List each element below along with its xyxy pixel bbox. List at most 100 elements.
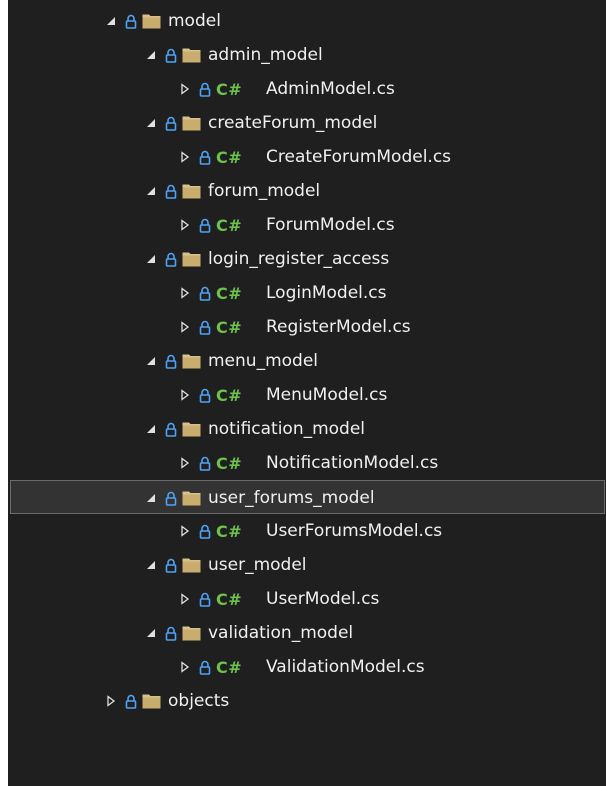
collapsed-triangle-icon[interactable]: [178, 650, 192, 684]
tree-item-label: CreateForumModel.cs: [266, 147, 452, 167]
tree-file-row[interactable]: C# UserForumsModel.cs: [8, 514, 606, 548]
tree-item-label: MenuModel.cs: [266, 385, 388, 405]
tree-item-label: NotificationModel.cs: [266, 453, 439, 473]
expanded-triangle-icon[interactable]: [144, 548, 158, 582]
tree-file-row[interactable]: C# RegisterModel.cs: [8, 310, 606, 344]
lock-icon: [164, 242, 178, 276]
tree-file-row[interactable]: C# ForumModel.cs: [8, 208, 606, 242]
lock-icon: [198, 140, 212, 174]
lock-icon: [164, 616, 178, 650]
tree-item-label: RegisterModel.cs: [266, 317, 411, 337]
folder-icon: [142, 13, 161, 29]
tree-item-label: validation_model: [208, 623, 354, 643]
csharp-file-icon: C#: [216, 453, 243, 473]
expanded-triangle-icon[interactable]: [144, 174, 158, 208]
folder-icon: [142, 693, 161, 709]
collapsed-triangle-icon[interactable]: [178, 514, 192, 548]
tree-file-row[interactable]: C# MenuModel.cs: [8, 378, 606, 412]
expanded-triangle-icon[interactable]: [144, 106, 158, 140]
tree-item-label: menu_model: [208, 351, 319, 371]
solution-explorer-panel: model admin_model C# AdminModel.cs createFor…: [8, 0, 606, 786]
tree-folder-row[interactable]: createForum_model: [8, 106, 606, 140]
collapsed-triangle-icon[interactable]: [178, 378, 192, 412]
lock-icon: [198, 582, 212, 616]
collapsed-triangle-icon[interactable]: [178, 276, 192, 310]
tree-item-label: forum_model: [208, 181, 321, 201]
lock-icon: [198, 72, 212, 106]
collapsed-triangle-icon[interactable]: [178, 208, 192, 242]
csharp-file-icon: C#: [216, 79, 243, 99]
expanded-triangle-icon[interactable]: [144, 412, 158, 446]
tree-file-row[interactable]: C# AdminModel.cs: [8, 72, 606, 106]
expanded-triangle-icon[interactable]: [144, 481, 158, 515]
tree-folder-row[interactable]: login_register_access: [8, 242, 606, 276]
lock-icon: [124, 4, 138, 38]
lock-icon: [198, 208, 212, 242]
tree-folder-row[interactable]: objects: [8, 684, 606, 718]
tree-file-row[interactable]: C# CreateForumModel.cs: [8, 140, 606, 174]
csharp-file-icon: C#: [216, 521, 243, 541]
lock-icon: [164, 548, 178, 582]
csharp-file-icon: C#: [216, 385, 243, 405]
csharp-file-icon: C#: [216, 147, 243, 167]
tree-file-row[interactable]: C# NotificationModel.cs: [8, 446, 606, 480]
collapsed-triangle-icon[interactable]: [178, 72, 192, 106]
tree-file-row[interactable]: C# UserModel.cs: [8, 582, 606, 616]
tree-item-label: user_forums_model: [208, 488, 375, 508]
tree-item-label: UserForumsModel.cs: [266, 521, 443, 541]
collapsed-triangle-icon[interactable]: [178, 582, 192, 616]
csharp-file-icon: C#: [216, 589, 243, 609]
expanded-triangle-icon[interactable]: [144, 38, 158, 72]
tree-item-label: ValidationModel.cs: [266, 657, 425, 677]
tree-folder-row[interactable]: forum_model: [8, 174, 606, 208]
tree-item-label: model: [168, 11, 221, 31]
lock-icon: [164, 106, 178, 140]
csharp-file-icon: C#: [216, 283, 243, 303]
tree-item-label: ForumModel.cs: [266, 215, 395, 235]
lock-icon: [164, 344, 178, 378]
tree-folder-row[interactable]: admin_model: [8, 38, 606, 72]
lock-icon: [124, 684, 138, 718]
lock-icon: [164, 174, 178, 208]
lock-icon: [198, 514, 212, 548]
lock-icon: [198, 276, 212, 310]
tree-folder-row[interactable]: notification_model: [8, 412, 606, 446]
tree-item-label: admin_model: [208, 45, 323, 65]
folder-icon: [182, 421, 201, 437]
lock-icon: [198, 650, 212, 684]
tree-item-label: LoginModel.cs: [266, 283, 387, 303]
tree-item-label: AdminModel.cs: [266, 79, 395, 99]
csharp-file-icon: C#: [216, 657, 243, 677]
folder-icon: [182, 251, 201, 267]
tree-folder-row[interactable]: menu_model: [8, 344, 606, 378]
lock-icon: [198, 310, 212, 344]
tree-folder-row[interactable]: validation_model: [8, 616, 606, 650]
tree-folder-row[interactable]: user_model: [8, 548, 606, 582]
lock-icon: [164, 38, 178, 72]
folder-icon: [182, 183, 201, 199]
folder-icon: [182, 490, 201, 506]
tree-folder-row[interactable]: model: [8, 4, 606, 38]
folder-icon: [182, 625, 201, 641]
tree-folder-row[interactable]: user_forums_model: [10, 480, 605, 514]
tree-item-label: notification_model: [208, 419, 366, 439]
csharp-file-icon: C#: [216, 317, 243, 337]
collapsed-triangle-icon[interactable]: [178, 140, 192, 174]
collapsed-triangle-icon[interactable]: [178, 446, 192, 480]
folder-icon: [182, 557, 201, 573]
expanded-triangle-icon[interactable]: [104, 4, 118, 38]
folder-icon: [182, 353, 201, 369]
csharp-file-icon: C#: [216, 215, 243, 235]
expanded-triangle-icon[interactable]: [144, 344, 158, 378]
tree-item-label: login_register_access: [208, 249, 390, 269]
expanded-triangle-icon[interactable]: [144, 616, 158, 650]
collapsed-triangle-icon[interactable]: [104, 684, 118, 718]
tree-file-row[interactable]: C# LoginModel.cs: [8, 276, 606, 310]
folder-icon: [182, 115, 201, 131]
expanded-triangle-icon[interactable]: [144, 242, 158, 276]
collapsed-triangle-icon[interactable]: [178, 310, 192, 344]
folder-icon: [182, 47, 201, 63]
tree-item-label: createForum_model: [208, 113, 378, 133]
tree-file-row[interactable]: C# ValidationModel.cs: [8, 650, 606, 684]
tree-item-label: UserModel.cs: [266, 589, 380, 609]
